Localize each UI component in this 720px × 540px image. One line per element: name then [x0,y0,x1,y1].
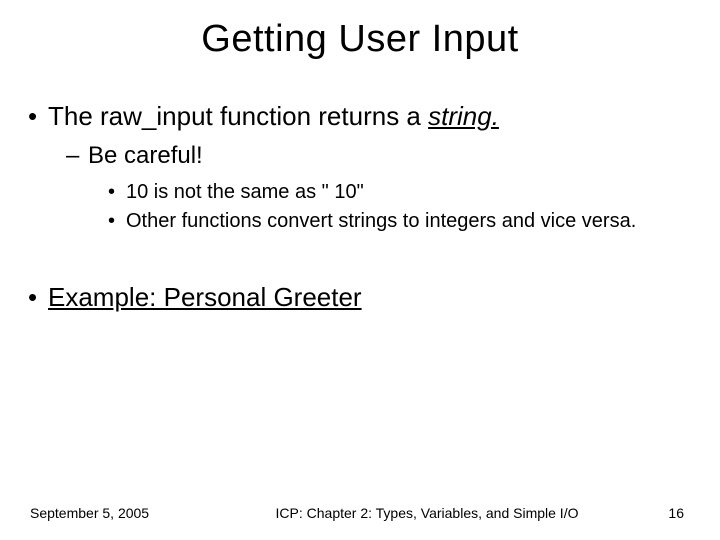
slide: Getting User Input • The raw_input funct… [0,0,720,540]
footer-center: ICP: Chapter 2: Types, Variables, and Si… [230,505,624,523]
bullet-icon: • [28,282,48,313]
bullet-text: 10 is not the same as " 10" [126,180,364,205]
bullet-icon: • [108,209,126,234]
slide-footer: September 5, 2005 ICP: Chapter 2: Types,… [0,505,720,523]
bullet-level3: • 10 is not the same as " 10" [108,180,692,205]
bullet-icon: • [28,101,48,132]
slide-title: Getting User Input [0,0,720,61]
dash-icon: – [66,142,88,170]
bullet-level1: • The raw_input function returns a strin… [28,101,692,132]
text-emphasis: string. [428,101,499,131]
bullet-text: The raw_input function returns a string. [48,101,499,132]
bullet-level2: – Be careful! [66,142,692,170]
bullet-text-link: Example: Personal Greeter [48,282,362,313]
bullet-icon: • [108,180,126,205]
bullet-level1: • Example: Personal Greeter [28,282,692,313]
slide-body: • The raw_input function returns a strin… [0,61,720,313]
bullet-level3: • Other functions convert strings to int… [108,209,692,234]
bullet-text: Other functions convert strings to integ… [126,209,636,234]
footer-date: September 5, 2005 [30,505,230,521]
bullet-text: Be careful! [88,142,203,170]
footer-page-number: 16 [624,505,684,521]
text-run: The raw_input function returns a [48,101,428,131]
